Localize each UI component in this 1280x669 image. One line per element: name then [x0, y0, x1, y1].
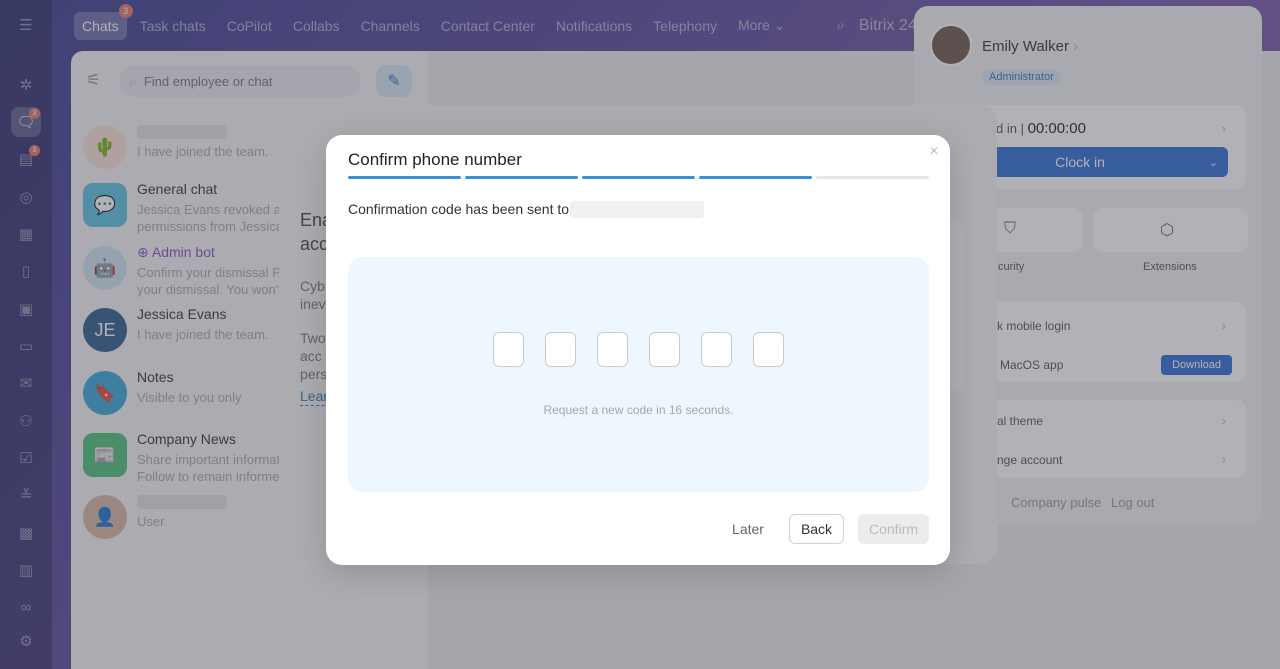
code-digit-input[interactable]: [649, 332, 680, 367]
step-progress: [348, 176, 929, 179]
step-segment: [582, 176, 695, 179]
confirm-phone-dialog: Confirm phone number × Confirmation code…: [326, 135, 950, 565]
code-inputs: [493, 332, 784, 367]
code-entry-area: Request a new code in 16 seconds.: [348, 257, 929, 492]
code-digit-input[interactable]: [701, 332, 732, 367]
code-digit-input[interactable]: [753, 332, 784, 367]
step-segment: [465, 176, 578, 179]
code-digit-input[interactable]: [493, 332, 524, 367]
code-sent-text: Confirmation code has been sent to: [348, 201, 570, 217]
later-button[interactable]: Later: [724, 514, 772, 544]
step-segment: [699, 176, 812, 179]
close-icon[interactable]: ×: [926, 143, 942, 161]
code-digit-input[interactable]: [597, 332, 628, 367]
resend-countdown: Request a new code in 16 seconds.: [543, 403, 734, 417]
dialog-title: Confirm phone number: [348, 150, 522, 169]
code-digit-input[interactable]: [545, 332, 576, 367]
confirm-button[interactable]: Confirm: [858, 514, 929, 544]
masked-phone-number: [570, 201, 704, 218]
step-segment: [816, 176, 929, 179]
back-button[interactable]: Back: [789, 514, 844, 544]
step-segment: [348, 176, 461, 179]
